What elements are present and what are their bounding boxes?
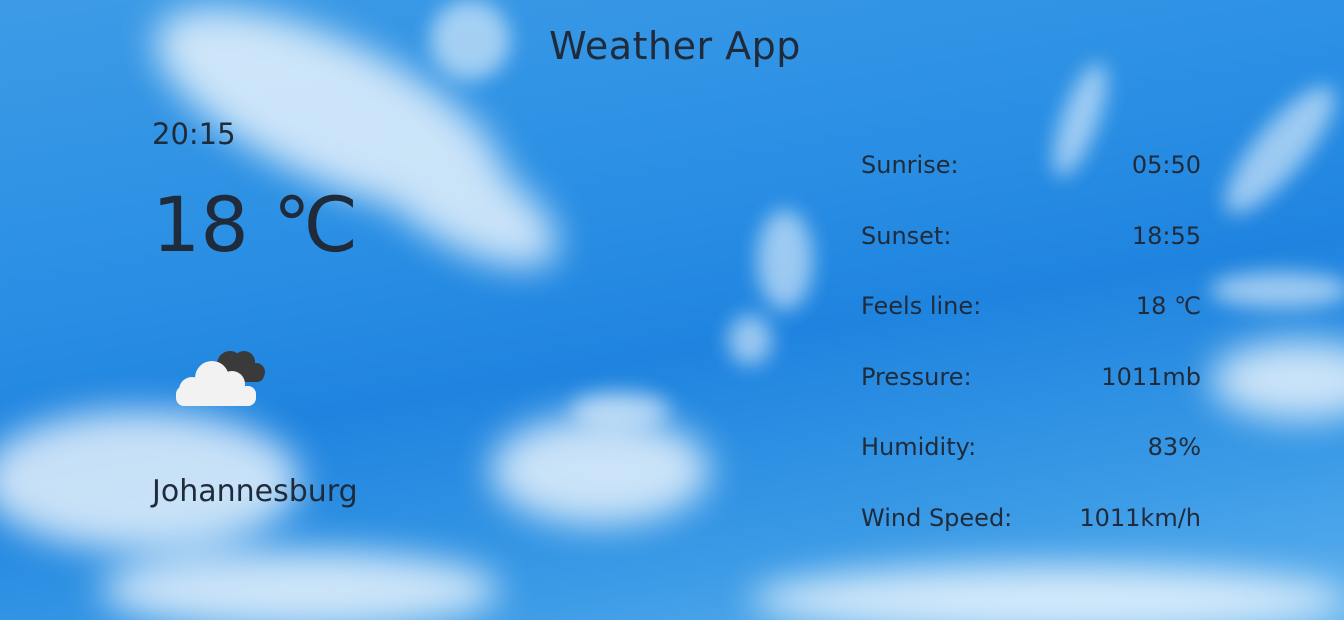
wind-speed-value: 1011km/h: [1079, 503, 1201, 532]
detail-row-sunset: Sunset: 18:55: [861, 201, 1201, 272]
sunset-value: 18:55: [1131, 221, 1201, 250]
detail-row-pressure: Pressure: 1011mb: [861, 342, 1201, 413]
detail-row-feels-like: Feels line: 18 ℃: [861, 271, 1201, 342]
app-title: Weather App: [549, 24, 801, 68]
pressure-value: 1011mb: [1101, 362, 1201, 391]
detail-row-sunrise: Sunrise: 05:50: [861, 130, 1201, 201]
partly-cloudy-dark-icon: [176, 351, 265, 406]
current-time: 20:15: [152, 117, 236, 151]
detail-row-humidity: Humidity: 83%: [861, 412, 1201, 483]
current-temperature: 18 ℃: [152, 180, 359, 269]
humidity-label: Humidity:: [861, 433, 977, 462]
weather-details-list: Sunrise: 05:50 Sunset: 18:55 Feels line:…: [861, 130, 1201, 553]
current-weather-panel: 20:15 18 ℃ Johannesburg: [152, 114, 512, 509]
feels-like-label: Feels line:: [861, 292, 982, 321]
wind-speed-label: Wind Speed:: [861, 503, 1013, 532]
feels-like-value: 18 ℃: [1135, 292, 1201, 321]
city-name: Johannesburg: [152, 474, 358, 509]
sunrise-value: 05:50: [1131, 151, 1201, 180]
sunrise-label: Sunrise:: [861, 151, 959, 180]
humidity-value: 83%: [1147, 433, 1201, 462]
sunset-label: Sunset:: [861, 221, 952, 250]
pressure-label: Pressure:: [861, 362, 972, 391]
detail-row-wind-speed: Wind Speed: 1011km/h: [861, 483, 1201, 554]
